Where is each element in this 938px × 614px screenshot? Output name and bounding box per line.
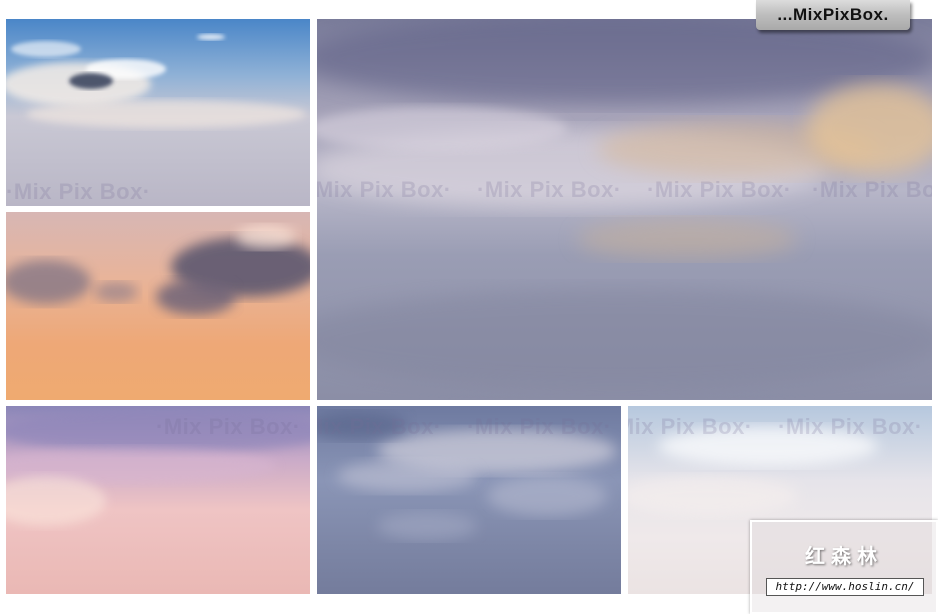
cloud-shapes (6, 409, 310, 526)
sky-photo-pastel-pink: ·Mix Pix Box· (6, 406, 310, 594)
stamp-chinese-text: 红森林 (805, 544, 883, 568)
brand-label: ...MixPixBox. (777, 5, 889, 24)
sky-photo-blue-grey-streaks: ·Mix Pix Box· ·Mix Pix Box· (317, 406, 621, 594)
sky-photo-streaked-clouds: ·Mix Pix Box· ·Mix Pix Box· ·Mix Pix Box… (317, 19, 932, 400)
site-stamp: 红森林 http://www.hoslin.cn/ (750, 520, 938, 614)
brand-badge: ...MixPixBox. (756, 0, 910, 30)
sky-photo-peach-sunset (6, 212, 310, 400)
stamp-url-text: http://www.hoslin.cn/ (766, 578, 924, 596)
cloud-shapes (6, 34, 306, 128)
cloud-shapes (317, 19, 932, 389)
sky-photo-blue-wispy: ·Mix Pix Box· (6, 19, 310, 206)
cloud-shapes (317, 412, 617, 540)
cloud-shapes (6, 225, 310, 315)
